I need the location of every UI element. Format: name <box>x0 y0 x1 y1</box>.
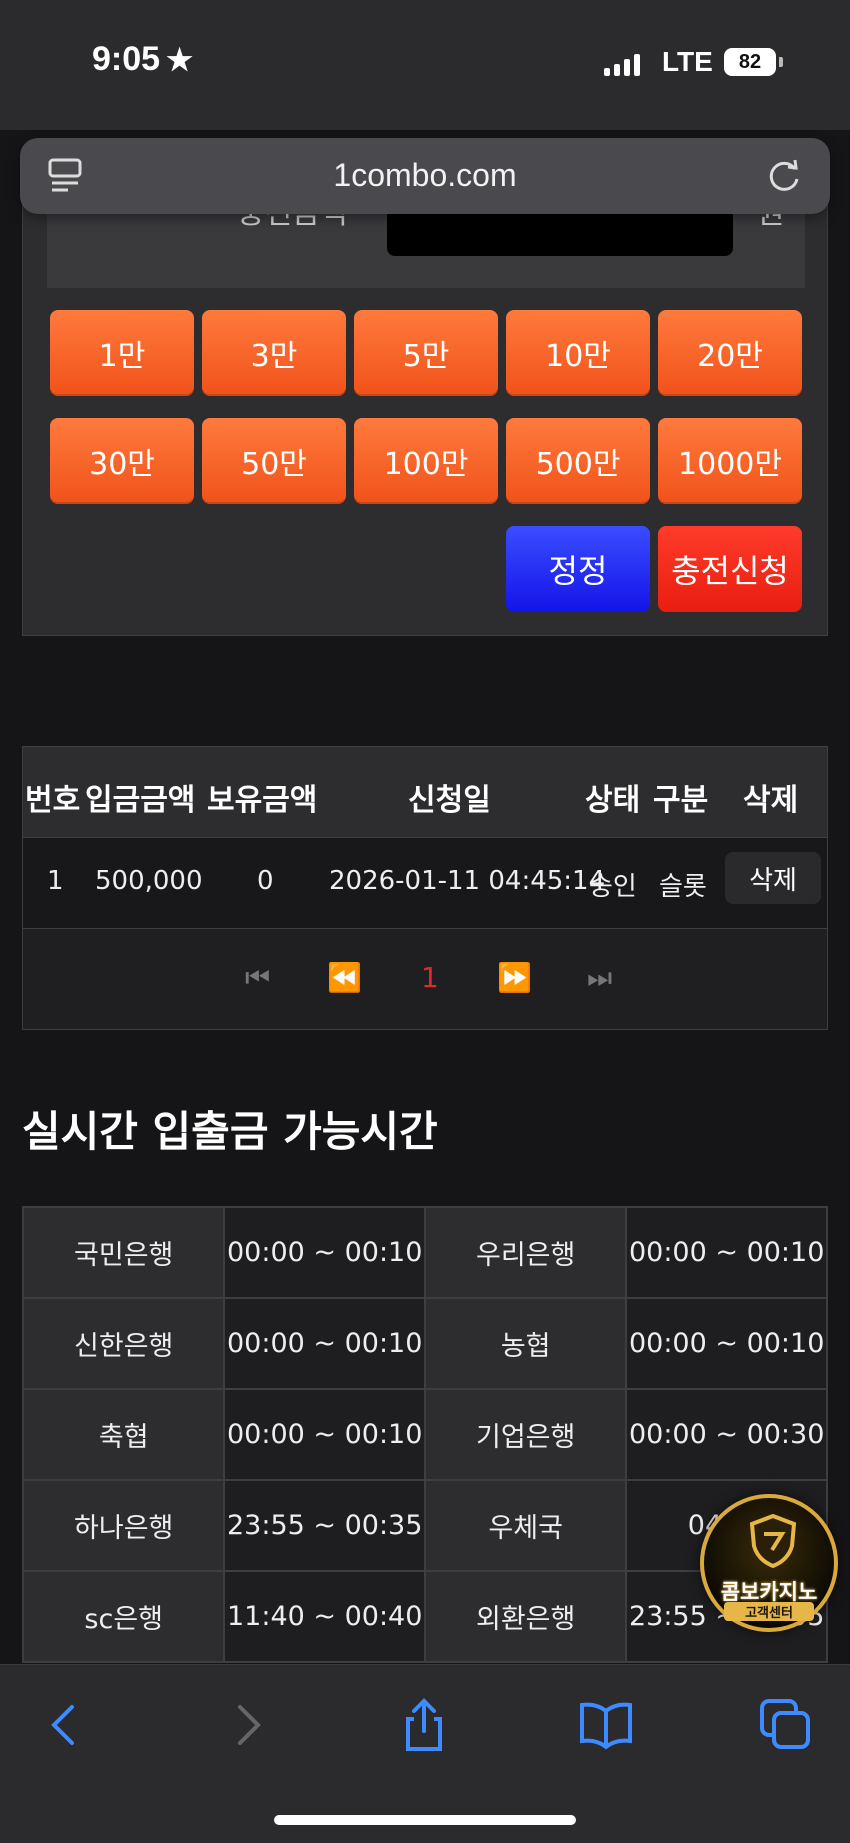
table-row: 1 500,000 0 2026-01-11 04:45:14 승인 슬롯 삭제 <box>22 838 828 928</box>
column-header: 신청일 <box>408 783 491 818</box>
bank-name: 우리은행 <box>423 1206 628 1299</box>
column-header: 입금금액 <box>85 783 196 818</box>
table-row: 신한은행 00:00 ~ 00:10 농협 00:00 ~ 00:10 <box>21 1297 828 1390</box>
share-icon[interactable] <box>394 1695 454 1755</box>
column-header: 구분 <box>653 783 709 818</box>
quick-amount-button[interactable]: 100만 <box>354 418 498 504</box>
star-icon: ★ <box>166 44 193 77</box>
table-header: 번호 입금금액 보유금액 신청일 상태 구분 삭제 <box>22 746 828 838</box>
bank-time: 00:00 ~ 00:30 <box>625 1388 828 1481</box>
next-page-icon[interactable]: ⏩ <box>497 961 532 994</box>
quick-amount-button[interactable]: 1만 <box>50 310 194 396</box>
signal-icon <box>604 52 640 76</box>
pagination: ⏮ ⏪ 1 ⏩ ⏭ <box>22 928 828 1030</box>
quick-amount-button[interactable]: 500만 <box>506 418 650 504</box>
url-text[interactable]: 1combo.com <box>20 157 830 194</box>
bookmarks-icon[interactable] <box>576 1695 636 1755</box>
bank-name: 외환은행 <box>423 1570 628 1663</box>
deposit-form: 충전금액 원 1만 3만 5만 10만 20만 30만 50만 100만 500… <box>22 196 828 636</box>
bank-name: 국민은행 <box>21 1206 226 1299</box>
bank-name: 농협 <box>423 1297 628 1390</box>
quick-amount-button[interactable]: 50만 <box>202 418 346 504</box>
status-time: 9:05 ★ <box>92 40 193 78</box>
column-header: 상태 <box>585 783 641 818</box>
quick-amount-button[interactable]: 5만 <box>354 310 498 396</box>
bank-time: 00:00 ~ 00:10 <box>625 1297 828 1390</box>
tabs-icon[interactable] <box>756 1695 816 1755</box>
first-page-icon[interactable]: ⏮ <box>245 961 270 995</box>
bank-time: 11:40 ~ 00:40 <box>223 1570 426 1663</box>
bank-time: 23:55 ~ 00:35 <box>223 1479 426 1572</box>
edit-button[interactable]: 정정 <box>506 526 650 612</box>
bank-name: 하나은행 <box>21 1479 226 1572</box>
bank-time: 00:00 ~ 00:10 <box>223 1206 426 1299</box>
bank-name: sc은행 <box>21 1570 226 1663</box>
bank-name: 기업은행 <box>423 1388 628 1481</box>
status-bar: 9:05 ★ LTE 82 <box>0 0 850 130</box>
cell-deposit: 500,000 <box>95 866 203 896</box>
column-header: 번호 <box>25 783 81 818</box>
table-row: 축협 00:00 ~ 00:10 기업은행 00:00 ~ 00:30 <box>21 1388 828 1481</box>
apply-deposit-button[interactable]: 충전신청 <box>658 526 802 612</box>
quick-amount-button[interactable]: 30만 <box>50 418 194 504</box>
table-row: 국민은행 00:00 ~ 00:10 우리은행 00:00 ~ 00:10 <box>21 1206 828 1299</box>
network-label: LTE <box>662 46 713 77</box>
column-header: 삭제 <box>743 783 799 818</box>
prev-page-icon[interactable]: ⏪ <box>327 961 362 994</box>
quick-amount-button[interactable]: 20만 <box>658 310 802 396</box>
address-bar[interactable]: 1combo.com <box>20 138 830 214</box>
bank-time: 00:00 ~ 00:10 <box>625 1206 828 1299</box>
badge-subtitle: 고객센터 <box>724 1602 814 1621</box>
bank-time: 00:00 ~ 00:10 <box>223 1297 426 1390</box>
bank-name: 우체국 <box>423 1479 628 1572</box>
section-title: 실시간 입출금 가능시간 <box>22 1107 438 1156</box>
quick-amount-button[interactable]: 10만 <box>506 310 650 396</box>
cell-date: 2026-01-11 04:45:14 <box>329 866 606 896</box>
page-current[interactable]: 1 <box>421 961 439 994</box>
quick-amount-button[interactable]: 1000만 <box>658 418 802 504</box>
battery-icon: 82 <box>724 48 776 76</box>
shield-icon <box>749 1514 797 1568</box>
bank-name: 축협 <box>21 1388 226 1481</box>
back-icon[interactable] <box>34 1695 94 1755</box>
bank-time: 00:00 ~ 00:10 <box>223 1388 426 1481</box>
cell-type: 슬롯 <box>659 872 707 902</box>
deposit-history-table: 번호 입금금액 보유금액 신청일 상태 구분 삭제 1 500,000 0 20… <box>22 746 828 1030</box>
reload-icon[interactable] <box>764 156 804 196</box>
cell-balance: 0 <box>257 866 274 896</box>
forward-icon[interactable] <box>218 1695 278 1755</box>
battery-tip <box>779 57 783 67</box>
last-page-icon[interactable]: ⏭ <box>587 961 612 995</box>
column-header: 보유금액 <box>207 783 318 818</box>
quick-amount-button[interactable]: 3만 <box>202 310 346 396</box>
bank-name: 신한은행 <box>21 1297 226 1390</box>
support-badge[interactable]: 콤보카지노 고객센터 <box>700 1494 838 1632</box>
cell-status: 승인 <box>589 872 637 902</box>
cell-no: 1 <box>47 866 64 896</box>
home-indicator <box>274 1815 576 1825</box>
delete-button[interactable]: 삭제 <box>725 852 821 904</box>
